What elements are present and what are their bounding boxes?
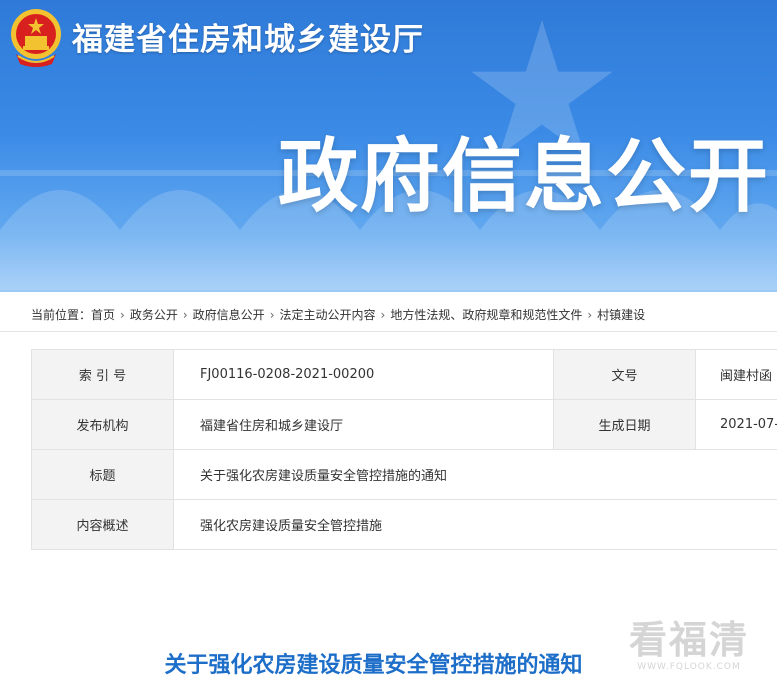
watermark-url: WWW.FQLOOK.COM <box>637 662 741 672</box>
doc-number-label: 文号 <box>553 349 696 400</box>
breadcrumb-item-village[interactable]: 村镇建设 <box>597 306 645 323</box>
watermark: 看福清 WWW.FQLOOK.COM <box>614 618 764 678</box>
breadcrumb-prefix: 当前位置： <box>31 308 92 322</box>
title-label: 标题 <box>31 449 174 500</box>
breadcrumb-item-regulations[interactable]: 地方性法规、政府规章和规范性文件 <box>390 306 582 323</box>
breadcrumb-item-home[interactable]: 首页 <box>91 306 115 323</box>
table-row: 索 引 号 FJ00116-0208-2021-00200 文号 闽建村函 <box>31 349 777 400</box>
watermark-logo-text: 看福清 <box>628 618 749 662</box>
breadcrumb-divider <box>0 331 777 332</box>
breadcrumb-separator: › <box>182 308 188 322</box>
publisher-label: 发布机构 <box>31 399 174 450</box>
breadcrumb-separator: › <box>120 308 125 322</box>
date-label: 生成日期 <box>553 399 696 450</box>
table-row: 标题 关于强化农房建设质量安全管控措施的通知 <box>31 449 777 500</box>
site-title[interactable]: 福建省住房和城乡建设厅 <box>72 14 424 59</box>
table-row: 内容概述 强化农房建设质量安全管控措施 <box>31 499 777 550</box>
summary-value: 强化农房建设质量安全管控措施 <box>173 499 777 550</box>
banner-headline: 政府信息公开 <box>278 130 770 223</box>
breadcrumb-item-info-disclosure[interactable]: 政府信息公开 <box>193 306 265 323</box>
article-title-text: 关于强化农房建设质量安全管控措施的通知 <box>164 653 583 678</box>
index-label: 索 引 号 <box>31 349 174 400</box>
breadcrumb: 当前位置：首页 › 政务公开 › 政府信息公开 › 法定主动公开内容 › 地方性法规、政府规章和… <box>31 306 645 323</box>
breadcrumb-item-statutory[interactable]: 法定主动公开内容 <box>280 306 376 323</box>
document-info-table: 索 引 号 FJ00116-0208-2021-00200 文号 闽建村函 发布… <box>31 349 777 550</box>
breadcrumb-separator: › <box>269 308 275 322</box>
publisher-value: 福建省住房和城乡建设厅 <box>173 399 554 450</box>
date-value: 2021-07- <box>695 399 777 450</box>
table-row: 发布机构 福建省住房和城乡建设厅 生成日期 2021-07- <box>31 399 777 450</box>
breadcrumb-separator: › <box>380 308 386 322</box>
index-value: FJ00116-0208-2021-00200 <box>173 349 554 400</box>
breadcrumb-separator: › <box>587 308 593 322</box>
doc-number-value: 闽建村函 <box>695 349 777 400</box>
national-emblem-icon <box>11 9 61 67</box>
header-banner: 福建省住房和城乡建设厅 政府信息公开 <box>0 0 777 292</box>
breadcrumb-item-gov-affairs[interactable]: 政务公开 <box>130 306 178 323</box>
title-value: 关于强化农房建设质量安全管控措施的通知 <box>173 449 777 500</box>
summary-label: 内容概述 <box>31 499 174 550</box>
